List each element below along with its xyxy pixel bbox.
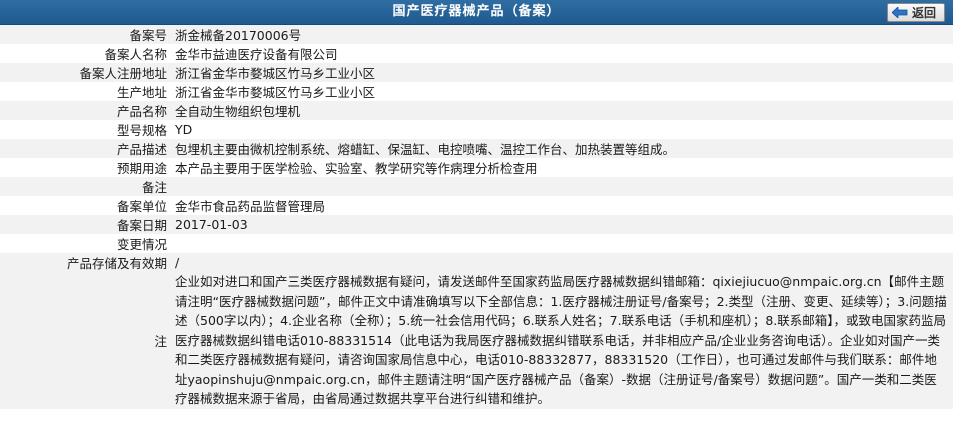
- field-value: /: [171, 253, 953, 272]
- row-filer-name: 备案人名称 金华市益迪医疗设备有限公司: [0, 44, 953, 63]
- field-label: 备案人名称: [0, 44, 171, 63]
- field-value: [171, 177, 953, 196]
- back-button[interactable]: 返回: [886, 3, 945, 22]
- field-value: 2017-01-03: [171, 215, 953, 234]
- field-label: 生产地址: [0, 82, 171, 101]
- row-intended-use: 预期用途 本产品主要用于医学检验、实验室、教学研究等作病理分析检查用: [0, 158, 953, 177]
- row-filing-date: 备案日期 2017-01-03: [0, 215, 953, 234]
- field-label: 型号规格: [0, 120, 171, 139]
- field-value: 本产品主要用于医学检验、实验室、教学研究等作病理分析检查用: [171, 158, 953, 177]
- field-label: 产品描述: [0, 139, 171, 158]
- field-label: 产品存储及有效期: [0, 253, 171, 272]
- field-label: 预期用途: [0, 158, 171, 177]
- field-value: YD: [171, 120, 953, 139]
- field-label: 备案单位: [0, 196, 171, 215]
- row-filing-number: 备案号 浙金械备20170006号: [0, 25, 953, 44]
- field-label: 变更情况: [0, 234, 171, 253]
- back-button-label: 返回: [911, 6, 936, 20]
- field-value: 金华市食品药品监督管理局: [171, 196, 953, 215]
- field-value: 浙江省金华市婺城区竹马乡工业小区: [171, 82, 953, 101]
- note-label: 注: [0, 272, 171, 409]
- field-value: 金华市益迪医疗设备有限公司: [171, 44, 953, 63]
- field-label: 备案人注册地址: [0, 63, 171, 82]
- field-label: 备案号: [0, 25, 171, 44]
- row-registered-address: 备案人注册地址 浙江省金华市婺城区竹马乡工业小区: [0, 63, 953, 82]
- row-product-name: 产品名称 全自动生物组织包埋机: [0, 101, 953, 120]
- field-value: 浙江省金华市婺城区竹马乡工业小区: [171, 63, 953, 82]
- field-label: 备注: [0, 177, 171, 196]
- field-label: 备案日期: [0, 215, 171, 234]
- page-title: 国产医疗器械产品（备案）: [392, 4, 561, 19]
- field-value: 全自动生物组织包埋机: [171, 101, 953, 120]
- row-storage-validity: 产品存储及有效期 /: [0, 253, 953, 272]
- row-remarks: 备注: [0, 177, 953, 196]
- field-value: 包埋机主要由微机控制系统、熔蜡缸、保温缸、电控喷嘴、温控工作台、加热装置等组成。: [171, 139, 953, 158]
- row-change-history: 变更情况: [0, 234, 953, 253]
- row-filing-authority: 备案单位 金华市食品药品监督管理局: [0, 196, 953, 215]
- row-production-address: 生产地址 浙江省金华市婺城区竹马乡工业小区: [0, 82, 953, 101]
- page-header: 国产医疗器械产品（备案） 返回: [0, 0, 953, 25]
- row-model-spec: 型号规格 YD: [0, 120, 953, 139]
- field-value: [171, 234, 953, 253]
- row-note: 注 企业如对进口和国产三类医疗器械数据有疑问，请发送邮件至国家药监局医疗器械数据…: [0, 272, 953, 409]
- field-label: 产品名称: [0, 101, 171, 120]
- field-value: 浙金械备20170006号: [171, 25, 953, 44]
- back-arrow-icon: [891, 7, 908, 18]
- row-product-description: 产品描述 包埋机主要由微机控制系统、熔蜡缸、保温缸、电控喷嘴、温控工作台、加热装…: [0, 139, 953, 158]
- record-detail-table: 备案号 浙金械备20170006号 备案人名称 金华市益迪医疗设备有限公司 备案…: [0, 25, 953, 409]
- note-text: 企业如对进口和国产三类医疗器械数据有疑问，请发送邮件至国家药监局医疗器械数据纠错…: [171, 272, 953, 409]
